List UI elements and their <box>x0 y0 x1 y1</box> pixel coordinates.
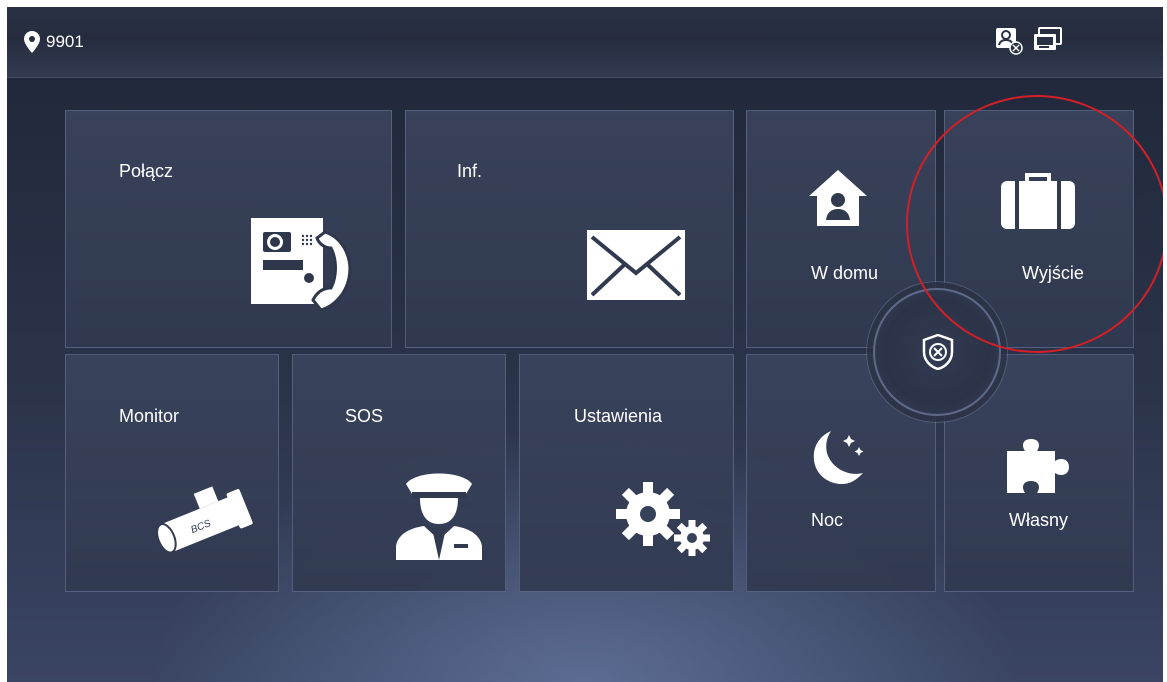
shield-disarm-icon <box>922 334 954 370</box>
tile-settings[interactable]: Ustawienia <box>519 354 734 592</box>
highlight-circle <box>906 95 1163 353</box>
tile-monitor-label: Monitor <box>119 406 180 426</box>
tile-monitor[interactable]: Monitor BCS <box>65 354 279 592</box>
location-pin-icon <box>24 31 40 53</box>
tile-sos[interactable]: SOS <box>292 354 506 592</box>
tile-settings-label: Ustawienia <box>574 406 663 426</box>
moon-icon <box>813 431 864 485</box>
tile-info-label: Inf. <box>457 161 483 181</box>
envelope-icon <box>587 230 685 300</box>
tile-call[interactable]: Połącz <box>65 110 392 348</box>
tile-call-label: Połącz <box>119 161 174 181</box>
camera-icon: BCS <box>156 486 253 554</box>
door-intercom-icon <box>251 218 352 312</box>
home-icon <box>809 170 867 226</box>
tile-info[interactable]: Inf. <box>405 110 734 348</box>
location-indicator: 9901 <box>24 31 84 53</box>
guard-icon <box>396 473 482 560</box>
tile-home-label: W domu <box>811 263 879 283</box>
tile-night-label: Noc <box>811 510 844 530</box>
screen: 9901 Połącz Inf. W domu Wyjście Monitor … <box>7 7 1163 682</box>
contact-status-icon[interactable] <box>995 27 1023 55</box>
room-number: 9901 <box>46 32 84 51</box>
puzzle-icon <box>1007 439 1069 493</box>
topbar-divider <box>7 77 1163 78</box>
screen-status-icon[interactable] <box>1033 27 1063 53</box>
top-bar: 9901 <box>7 7 1163 77</box>
gears-icon <box>616 482 710 556</box>
tile-sos-label: SOS <box>345 406 384 426</box>
tile-custom-label: Własny <box>1009 510 1069 530</box>
